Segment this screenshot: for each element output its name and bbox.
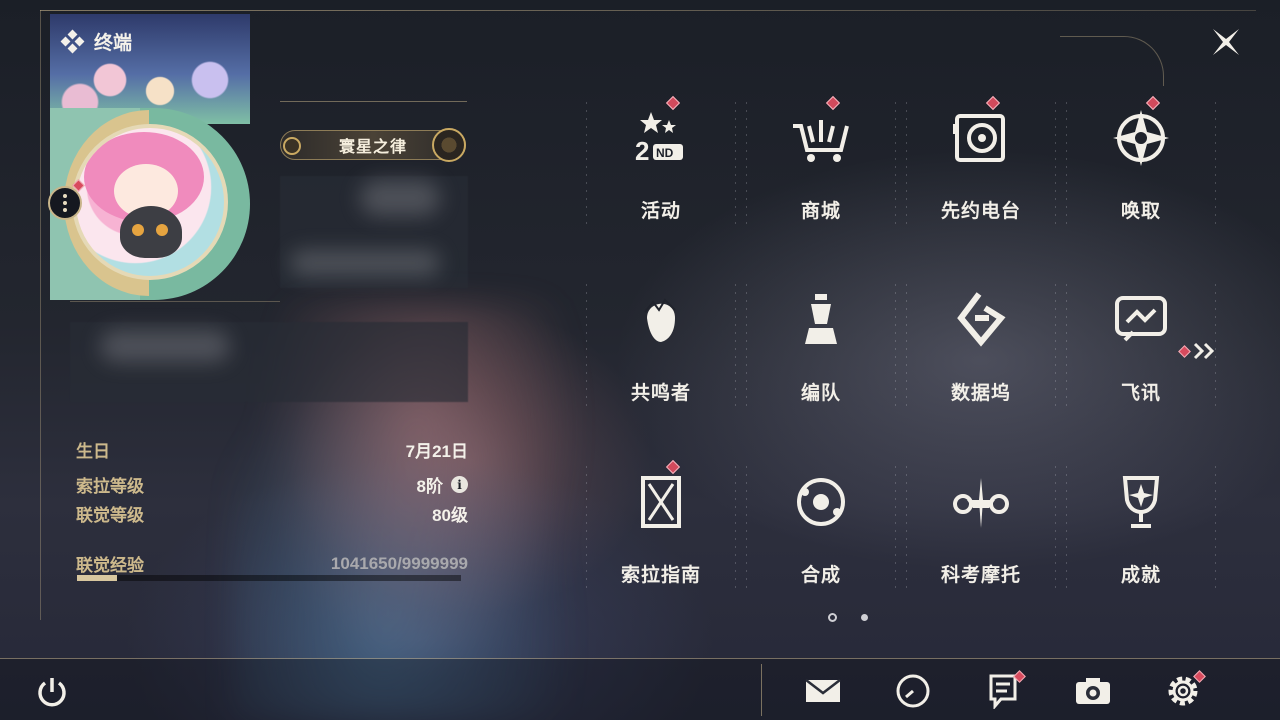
- bottom-separator: [761, 664, 762, 716]
- menu-tile-convene[interactable]: 唤取: [1066, 94, 1216, 254]
- frame-top-line: [40, 10, 1256, 11]
- page-dot-active[interactable]: [828, 613, 837, 622]
- diamond-cluster-icon: [60, 29, 85, 53]
- title-emblem-right-icon: [432, 128, 466, 162]
- title-badge-text: 寰星之律: [338, 139, 407, 156]
- chess-team-icon: [787, 286, 855, 354]
- frame-corner-arc: [1060, 36, 1164, 86]
- stat-value: 1041650/9999999: [330, 553, 468, 573]
- nickname-blur-blob: [360, 180, 440, 216]
- signature-blur-blob: [100, 330, 230, 362]
- menu-grid: 2 ND 活动 商城 先约电台 唤取 共鸣者 编队 数据坞 飞讯 索拉指南 合成…: [586, 94, 1216, 640]
- notes-button[interactable]: [982, 670, 1026, 712]
- close-icon: [1213, 29, 1239, 55]
- avatar[interactable]: [72, 124, 228, 280]
- profile-more-button[interactable]: [48, 186, 82, 220]
- menu-tile-achievements[interactable]: 成就: [1066, 458, 1216, 618]
- power-button[interactable]: [34, 674, 70, 710]
- stat-label: 联觉经验: [76, 556, 144, 575]
- menu-tile-label: 共鸣者: [630, 383, 691, 404]
- menu-tile-label: 飞讯: [1120, 383, 1161, 404]
- menu-tile-label: 先约电台: [940, 201, 1021, 222]
- svg-text:2: 2: [635, 136, 649, 166]
- page-title: 终端: [60, 28, 133, 55]
- chat-message-icon: [1107, 286, 1175, 354]
- stat-label: 生日: [76, 442, 110, 461]
- power-icon: [38, 678, 66, 707]
- stat-row-union-level: 联觉等级 80级: [76, 501, 468, 526]
- menu-tile-events[interactable]: 2 ND 活动: [586, 94, 736, 254]
- menu-tile-label: 数据坞: [950, 383, 1011, 404]
- page-indicator: [828, 613, 868, 622]
- stat-row-sol-level: 索拉等级 8阶 i: [76, 472, 468, 497]
- stat-value: 8阶: [416, 477, 443, 496]
- data-bank-icon: [947, 286, 1015, 354]
- mail-button[interactable]: [802, 670, 844, 712]
- menu-tile-synthesis[interactable]: 合成: [746, 458, 896, 618]
- settings-button[interactable]: [1162, 670, 1206, 712]
- menu-tile-resonators[interactable]: 共鸣者: [586, 276, 736, 436]
- stat-value: 7月21日: [405, 442, 468, 461]
- bottom-divider: [0, 658, 1280, 659]
- svg-text:ND: ND: [656, 146, 674, 160]
- info-icon[interactable]: i: [451, 476, 468, 493]
- title-divider: [280, 101, 467, 102]
- next-page-button[interactable]: [1178, 340, 1220, 362]
- menu-tile-motorcycle[interactable]: 科考摩托: [906, 458, 1056, 618]
- convene-compass-icon: [1107, 104, 1175, 172]
- menu-tile-label: 唤取: [1120, 201, 1161, 222]
- menu-tile-guidebook[interactable]: 索拉指南: [586, 458, 736, 618]
- menu-tile-label: 索拉指南: [620, 565, 701, 586]
- frame-left-line: [40, 10, 41, 620]
- camera-icon: [1076, 678, 1110, 704]
- stat-row-birthday: 生日 7月21日: [76, 437, 468, 462]
- title-emblem-left-icon: [283, 137, 301, 155]
- trophy-icon: [1107, 468, 1175, 536]
- double-chevron-right-icon: [1193, 342, 1215, 360]
- resonator-portrait-icon: [627, 286, 695, 354]
- stat-label: 联觉等级: [76, 506, 144, 525]
- menu-tile-label: 编队: [800, 383, 841, 404]
- stat-value: 80级: [432, 506, 468, 525]
- exp-progress-bar: [77, 575, 461, 581]
- menu-tile-radio[interactable]: 先约电台: [906, 94, 1056, 254]
- menu-tile-shop[interactable]: 商城: [746, 94, 896, 254]
- history-button[interactable]: [892, 670, 934, 712]
- event-2nd-icon: 2 ND: [627, 104, 695, 172]
- menu-tile-label: 活动: [640, 201, 681, 222]
- uid-blur-blob: [290, 250, 440, 276]
- close-button[interactable]: [1206, 22, 1246, 62]
- motorcycle-icon: [947, 468, 1015, 536]
- menu-tile-label: 科考摩托: [940, 565, 1021, 586]
- shop-cart-icon: [787, 104, 855, 172]
- stat-row-union-exp: 联觉经验 1041650/9999999: [76, 551, 468, 576]
- clock-icon: [896, 674, 930, 708]
- photo-button[interactable]: [1072, 670, 1114, 712]
- menu-tile-data-bank[interactable]: 数据坞: [906, 276, 1056, 436]
- card-divider: [70, 301, 280, 302]
- stat-label: 索拉等级: [76, 477, 144, 496]
- menu-tile-label: 成就: [1120, 565, 1161, 586]
- exp-progress-fill: [77, 575, 117, 581]
- menu-tile-label: 合成: [800, 565, 841, 586]
- menu-tile-team[interactable]: 编队: [746, 276, 896, 436]
- mail-icon: [805, 679, 841, 702]
- radio-station-icon: [947, 104, 1015, 172]
- stat-value-group: 8阶 i: [417, 472, 468, 497]
- guide-book-icon: [627, 468, 695, 536]
- page-dot[interactable]: [861, 614, 868, 621]
- notice-badge: [1178, 344, 1191, 358]
- menu-tile-label: 商城: [800, 201, 841, 222]
- synthesis-orbit-icon: [787, 468, 855, 536]
- page-title-text: 终端: [94, 33, 133, 54]
